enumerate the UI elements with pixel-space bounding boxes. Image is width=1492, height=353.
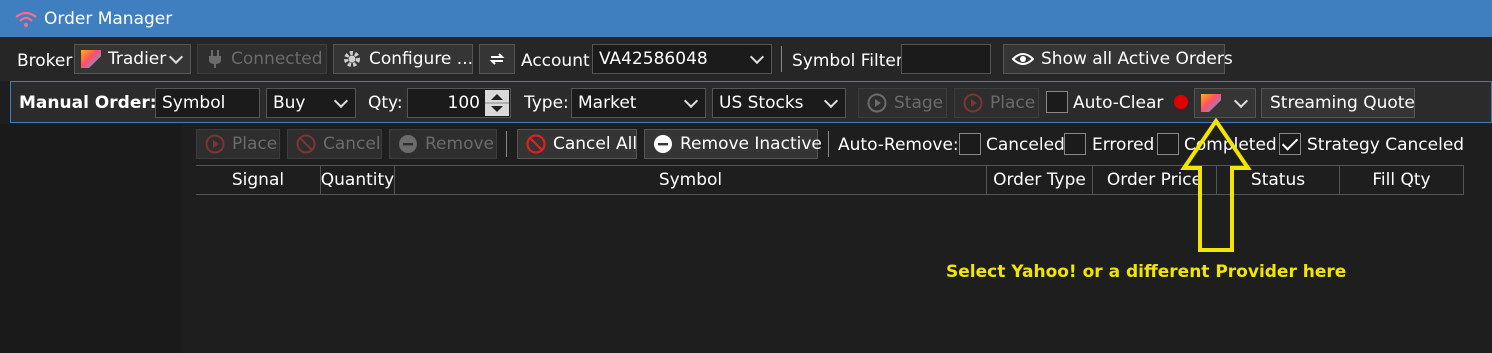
orders-pane <box>190 124 1492 353</box>
qty-value: 100 <box>447 93 480 113</box>
chevron-down-icon <box>683 93 699 109</box>
minus-circle-icon <box>654 135 672 153</box>
chevron-down-icon <box>168 49 184 65</box>
eye-icon <box>1012 53 1034 65</box>
place-order-button[interactable]: Place <box>954 88 1039 118</box>
plug-icon <box>209 50 221 68</box>
orders-remove-button[interactable]: Remove <box>389 129 497 159</box>
account-label: Account <box>521 51 590 71</box>
cancel-all-button[interactable]: Cancel All <box>517 129 637 159</box>
chevron-down-icon <box>823 93 839 109</box>
cancel-all-label: Cancel All <box>553 134 638 154</box>
wifi-icon <box>15 11 37 27</box>
orders-cancel-label: Cancel <box>323 134 381 154</box>
pane-splitter[interactable] <box>0 124 182 353</box>
qty-stepper[interactable] <box>485 90 509 116</box>
title-bar: Order Manager <box>0 0 1492 37</box>
show-all-label: Show all Active Orders <box>1041 49 1233 69</box>
streaming-quote-button[interactable]: Streaming Quote <box>1261 88 1415 118</box>
manual-order-label: Manual Order: <box>19 93 157 113</box>
provider-logo-icon <box>1201 94 1221 112</box>
broker-toolbar: Broker Tradier Connected Configure ... A… <box>0 37 1492 81</box>
show-all-active-orders-button[interactable]: Show all Active Orders <box>1003 44 1233 74</box>
qty-label: Qty: <box>368 93 403 113</box>
side-select[interactable]: Buy <box>266 88 356 118</box>
orders-grid-header: Signal Quantity Symbol Order Type Order … <box>196 165 1464 195</box>
swap-arrows-icon <box>489 53 505 65</box>
auto-clear-label: Auto-Clear <box>1073 93 1164 113</box>
strategy-canceled-label: Strategy Canceled <box>1307 135 1465 155</box>
order-type-value: Market <box>578 93 637 113</box>
chevron-down-icon <box>749 49 765 65</box>
orders-remove-label: Remove <box>425 134 494 154</box>
place-label: Place <box>990 93 1036 113</box>
symbol-filter-input[interactable] <box>901 44 991 74</box>
stage-label: Stage <box>894 93 944 113</box>
play-circle-icon <box>963 93 983 113</box>
configure-label: Configure ... <box>369 49 474 69</box>
orders-place-button[interactable]: Place <box>196 129 280 159</box>
market-value: US Stocks <box>719 93 804 113</box>
orders-place-label: Place <box>232 134 278 154</box>
refresh-button[interactable] <box>479 44 515 74</box>
status-dot-icon <box>1174 95 1188 109</box>
streaming-quote-label: Streaming Quote <box>1270 93 1415 113</box>
symbol-filter-label: Symbol Filter <box>792 51 903 71</box>
tradier-logo-icon <box>81 50 101 68</box>
chevron-down-icon <box>333 93 349 109</box>
remove-inactive-button[interactable]: Remove Inactive <box>644 129 822 159</box>
symbol-input[interactable]: Symbol <box>155 88 260 118</box>
account-value: VA42586048 <box>599 49 708 69</box>
broker-label: Broker <box>17 51 73 71</box>
orders-cancel-button[interactable]: Cancel <box>287 129 382 159</box>
window-title: Order Manager <box>44 9 173 29</box>
configure-button[interactable]: Configure ... <box>333 44 473 74</box>
column-header-signal[interactable]: Signal <box>196 166 321 194</box>
play-circle-icon <box>205 134 225 154</box>
stage-button[interactable]: Stage <box>858 88 947 118</box>
auto-clear-checkbox[interactable] <box>1046 91 1068 113</box>
quote-provider-select[interactable] <box>1194 88 1256 118</box>
account-select[interactable]: VA42586048 <box>592 44 772 74</box>
stepper-arrows-icon <box>485 94 509 112</box>
canceled-label: Canceled <box>986 135 1065 155</box>
separator <box>506 131 507 157</box>
canceled-checkbox[interactable] <box>959 133 981 155</box>
errored-label: Errored <box>1092 135 1155 155</box>
type-label: Type: <box>524 93 569 113</box>
errored-checkbox[interactable] <box>1064 133 1086 155</box>
column-header-fill-qty[interactable]: Fill Qty <box>1340 166 1464 194</box>
column-header-quantity[interactable]: Quantity <box>321 166 395 194</box>
play-circle-icon <box>867 93 887 113</box>
cancel-icon <box>526 134 546 154</box>
auto-remove-label: Auto-Remove: <box>838 135 959 155</box>
separator <box>781 46 782 72</box>
market-select[interactable]: US Stocks <box>712 88 846 118</box>
column-header-symbol[interactable]: Symbol <box>395 166 987 194</box>
connected-button[interactable]: Connected <box>197 44 327 74</box>
annotation-text: Select Yahoo! or a different Provider he… <box>946 262 1347 282</box>
column-header-order-type[interactable]: Order Type <box>987 166 1093 194</box>
gear-icon <box>344 51 360 67</box>
strategy-canceled-checkbox[interactable] <box>1279 133 1301 155</box>
connected-label: Connected <box>231 49 323 69</box>
side-value: Buy <box>273 93 306 113</box>
cancel-icon <box>296 134 316 154</box>
order-type-select[interactable]: Market <box>571 88 706 118</box>
minus-circle-icon <box>399 135 417 153</box>
chevron-down-icon <box>1233 93 1249 109</box>
completed-checkbox[interactable] <box>1157 133 1179 155</box>
annotation-arrow-icon <box>1180 118 1252 252</box>
separator <box>828 131 829 157</box>
broker-select[interactable]: Tradier <box>74 44 191 74</box>
remove-inactive-label: Remove Inactive <box>680 134 822 154</box>
broker-value: Tradier <box>108 49 167 69</box>
